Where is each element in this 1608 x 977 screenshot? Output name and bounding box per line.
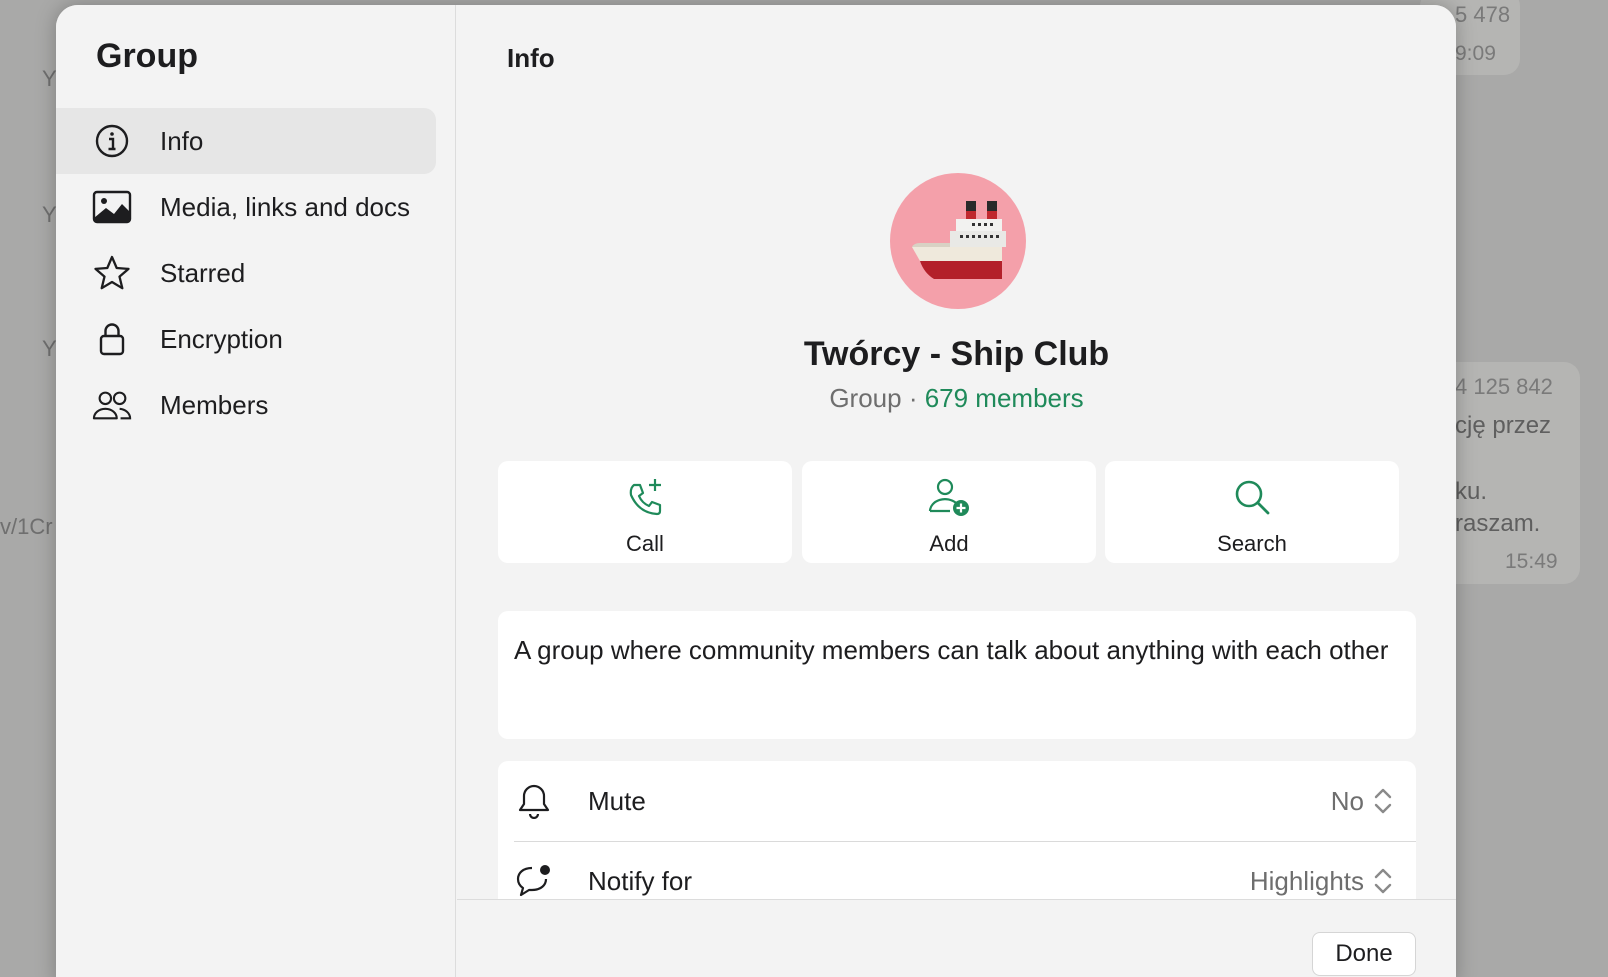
- sidebar-item-members[interactable]: Members: [56, 372, 436, 438]
- add-member-button[interactable]: Add: [802, 461, 1096, 563]
- call-label: Call: [626, 531, 664, 556]
- search-label: Search: [1217, 531, 1287, 556]
- group-avatar[interactable]: [890, 173, 1026, 309]
- up-down-chevron-icon: [1374, 786, 1392, 816]
- action-buttons: Call Add Search: [498, 461, 1416, 563]
- done-button[interactable]: Done: [1312, 932, 1416, 976]
- star-icon: [92, 253, 132, 293]
- bg-fragment: Y: [42, 336, 57, 361]
- bg-fragment: v/1Cr: [0, 514, 53, 539]
- call-button[interactable]: Call: [498, 461, 792, 563]
- group-name: Twórcy - Ship Club: [803, 335, 1110, 373]
- mute-value: No: [1330, 785, 1364, 816]
- sidebar-item-media[interactable]: Media, links and docs: [56, 174, 436, 240]
- ship-icon: [912, 201, 1006, 279]
- add-label: Add: [929, 531, 969, 556]
- notify-for-label: Notify for: [588, 865, 693, 896]
- sidebar-item-label: Members: [160, 389, 269, 420]
- group-subtitle: Group · 679 members: [457, 383, 1456, 414]
- info-icon: [92, 121, 132, 161]
- notify-for-value: Highlights: [1249, 865, 1364, 896]
- sidebar-item-label: Media, links and docs: [160, 191, 411, 222]
- dialog-footer: Done: [457, 899, 1456, 977]
- image-icon: [92, 187, 132, 227]
- sidebar-item-starred[interactable]: Starred: [56, 240, 436, 306]
- members-count-link[interactable]: 679 members: [925, 383, 1084, 413]
- search-button[interactable]: Search: [1105, 461, 1399, 563]
- sidebar: Group Info Media, links and docs Starred: [56, 5, 456, 977]
- group-info-dialog: Group Info Media, links and docs Starred: [56, 5, 1456, 977]
- panel-title: Info: [507, 43, 555, 73]
- group-description[interactable]: A group where community members can talk…: [498, 611, 1416, 739]
- mute-label: Mute: [588, 785, 646, 816]
- bg-bubble-text: 5 478: [1455, 2, 1511, 27]
- sidebar-item-label: Info: [160, 125, 204, 156]
- bg-bubble-time: 15:49: [1505, 550, 1558, 573]
- sidebar-item-info[interactable]: Info: [56, 108, 436, 174]
- members-icon: [92, 385, 132, 425]
- sidebar-title: Group: [96, 37, 198, 75]
- bg-bubble-text: 4 125 842: [1455, 374, 1553, 399]
- lock-icon: [92, 319, 132, 359]
- call-add-icon: [498, 477, 792, 517]
- bell-icon: [514, 783, 554, 819]
- bg-fragment: Y: [42, 202, 57, 227]
- sidebar-item-encryption[interactable]: Encryption: [56, 306, 436, 372]
- sidebar-item-label: Starred: [160, 257, 246, 288]
- bg-fragment: Y: [42, 66, 57, 91]
- bg-bubble-text: ku.: [1455, 478, 1488, 505]
- bg-bubble-text: cję przez: [1455, 412, 1552, 439]
- mute-row[interactable]: Mute No: [498, 761, 1416, 841]
- chat-bubble-icon: [514, 863, 554, 899]
- group-type: Group ·: [829, 383, 925, 413]
- sidebar-nav: Info Media, links and docs Starred Encry…: [56, 108, 436, 438]
- bg-bubble-time: 9:09: [1455, 42, 1496, 65]
- sidebar-item-label: Encryption: [160, 323, 283, 354]
- up-down-chevron-icon: [1374, 866, 1392, 896]
- add-person-icon: [802, 477, 1096, 517]
- search-icon: [1105, 477, 1399, 517]
- bg-bubble-text: raszam.: [1455, 510, 1541, 537]
- info-panel: Info Twórcy - Ship Club Group · 679 memb…: [457, 5, 1456, 977]
